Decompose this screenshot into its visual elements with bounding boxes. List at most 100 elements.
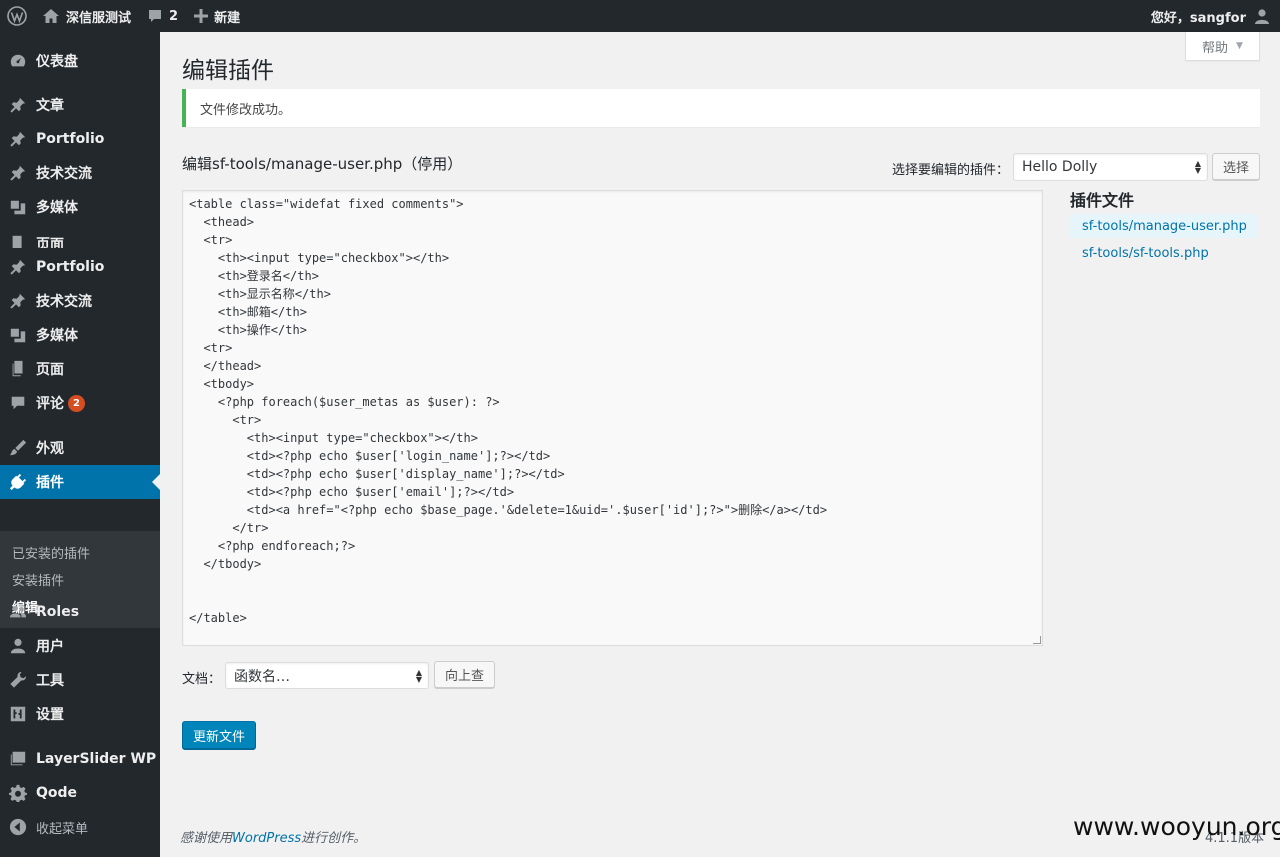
menu-label: 文章 [36, 98, 64, 114]
menu-settings[interactable]: 设置 [0, 697, 160, 731]
menu-label: 页面 [36, 362, 64, 378]
code-editor-textarea[interactable]: <table class="widefat fixed comments"> <… [182, 190, 1043, 646]
update-file-button[interactable]: 更新文件 [182, 721, 256, 749]
site-name: 深信服测试 [66, 10, 132, 26]
help-label: 帮助 [1202, 40, 1229, 56]
plugin-files-title: 插件文件 [1070, 191, 1135, 210]
media-icon [10, 328, 26, 343]
menu-appearance[interactable]: 外观 [0, 431, 160, 465]
comment-icon [149, 10, 162, 22]
page-title: 编辑插件 [182, 58, 274, 84]
notice-text: 文件修改成功。 [200, 102, 292, 118]
comments-link[interactable]: 2 [139, 0, 186, 32]
menu-label: Qode [36, 785, 78, 801]
submenu-add-plugins[interactable]: 安装插件 [12, 570, 64, 589]
menu-comments[interactable]: 评论 2 [0, 386, 160, 420]
site-name-link[interactable]: 深信服测试 [34, 0, 139, 32]
menu-label: 仪表盘 [36, 54, 78, 70]
menu-label: 多媒体 [36, 328, 78, 344]
users-icon [9, 605, 27, 618]
code-content: <table class="widefat fixed comments"> <… [189, 197, 828, 625]
menu-plugins[interactable]: 插件 [0, 465, 160, 499]
menu-label: 外观 [36, 441, 64, 457]
menu-media-2[interactable]: 多媒体 [0, 318, 160, 352]
function-name-select[interactable]: 函数名… ▲ ▼ [225, 662, 429, 689]
user-icon [10, 638, 26, 654]
menu-posts[interactable]: 文章 [0, 88, 160, 122]
menu-label: 插件 [36, 475, 64, 491]
plugin-icon [9, 473, 27, 491]
menu-label: 设置 [36, 707, 64, 723]
menu-label: 技术交流 [36, 166, 92, 182]
caret-down-icon: ▼ [1236, 41, 1243, 51]
plugin-select-label: 选择要编辑的插件： [892, 163, 1010, 178]
update-button-label: 更新文件 [192, 729, 245, 745]
greeting: 您好，sangfor [1150, 10, 1246, 26]
collapse-arrow-icon [9, 818, 27, 836]
menu-label: 页面 [36, 237, 64, 248]
pin-icon [10, 293, 26, 309]
help-tab-button[interactable]: 帮助 ▼ [1185, 32, 1260, 61]
page-icon [12, 360, 23, 377]
wordpress-link[interactable]: WordPress [232, 831, 301, 846]
function-select-value: 函数名… [234, 668, 290, 685]
collapse-label: 收起菜单 [36, 821, 89, 837]
menu-users[interactable]: 用户 [0, 629, 160, 663]
menu-label: 多媒体 [36, 200, 78, 216]
collapse-menu-button[interactable]: 收起菜单 [0, 817, 160, 837]
plugin-select[interactable]: Hello Dolly ▲ ▼ [1013, 153, 1208, 181]
menu-pages-cut[interactable]: 页面 [0, 234, 160, 248]
avatar-icon [1255, 9, 1269, 24]
menu-label: 工具 [36, 673, 64, 689]
comments-badge: 2 [68, 394, 85, 412]
menu-label: Roles [36, 604, 80, 620]
menu-tools[interactable]: 工具 [0, 663, 160, 697]
pin-icon [10, 131, 26, 147]
menu-label: 技术交流 [36, 294, 92, 310]
pin-icon [10, 97, 26, 113]
lookup-button-label: 向上查 [444, 669, 484, 684]
menu-pages[interactable]: 页面 [0, 352, 160, 386]
lookup-button[interactable]: 向上查 [434, 661, 495, 688]
select-plugin-button[interactable]: 选择 [1212, 153, 1260, 180]
menu-portfolio-2[interactable]: Portfolio [0, 250, 160, 284]
wrench-icon [10, 671, 27, 688]
documentation-label: 文档： [182, 672, 222, 687]
menu-label: Portfolio [36, 131, 105, 147]
home-icon [43, 9, 59, 23]
plugin-file-link-active[interactable]: sf-tools/manage-user.php [1070, 214, 1258, 238]
admin-sidebar: 仪表盘 文章 Portfolio 技术交流 多媒体 页面 Portfolio 技… [0, 32, 160, 857]
pin-icon [10, 165, 26, 181]
select-button-label: 选择 [1222, 161, 1249, 176]
layers-icon [10, 751, 26, 766]
media-icon [10, 200, 26, 215]
submenu-installed-plugins[interactable]: 已安装的插件 [12, 543, 90, 562]
my-account-link[interactable]: 您好，sangfor [1143, 0, 1280, 32]
brush-icon [9, 439, 27, 456]
plus-icon [194, 9, 209, 23]
menu-label: LayerSlider WP [36, 751, 157, 767]
admin-bar: 深信服测试 2 新建 您好，sangfor [0, 0, 1280, 32]
select-arrows-icon: ▲ ▼ [415, 667, 422, 684]
plugin-file-link[interactable]: sf-tools/sf-tools.php [1070, 241, 1258, 265]
wordpress-logo-icon[interactable] [0, 0, 34, 32]
menu-qode[interactable]: Qode [0, 776, 160, 810]
menu-layerslider[interactable]: LayerSlider WP [0, 742, 160, 776]
menu-portfolio[interactable]: Portfolio [0, 122, 160, 156]
pin-icon [10, 259, 26, 275]
menu-dashboard[interactable]: 仪表盘 [0, 44, 160, 78]
new-content-link[interactable]: 新建 [186, 0, 248, 32]
footer-thanks-suffix: 进行创作。 [301, 831, 367, 846]
select-arrows-icon: ▲ ▼ [1194, 159, 1201, 175]
menu-roles[interactable]: Roles [0, 595, 160, 629]
footer-thanks-prefix: 感谢使用 [180, 831, 233, 846]
menu-tech-exchange-2[interactable]: 技术交流 [0, 284, 160, 318]
watermark: www.wooyun.org [1073, 812, 1280, 841]
editing-file-heading: 编辑sf-tools/manage-user.php（停用） [182, 155, 463, 173]
footer-thanks: 感谢使用WordPress进行创作。 [180, 827, 366, 846]
menu-media[interactable]: 多媒体 [0, 190, 160, 224]
resize-handle-icon[interactable] [1033, 636, 1041, 644]
menu-tech-exchange[interactable]: 技术交流 [0, 156, 160, 190]
plugin-select-value: Hello Dolly [1022, 159, 1098, 175]
success-notice: 文件修改成功。 [182, 89, 1260, 127]
